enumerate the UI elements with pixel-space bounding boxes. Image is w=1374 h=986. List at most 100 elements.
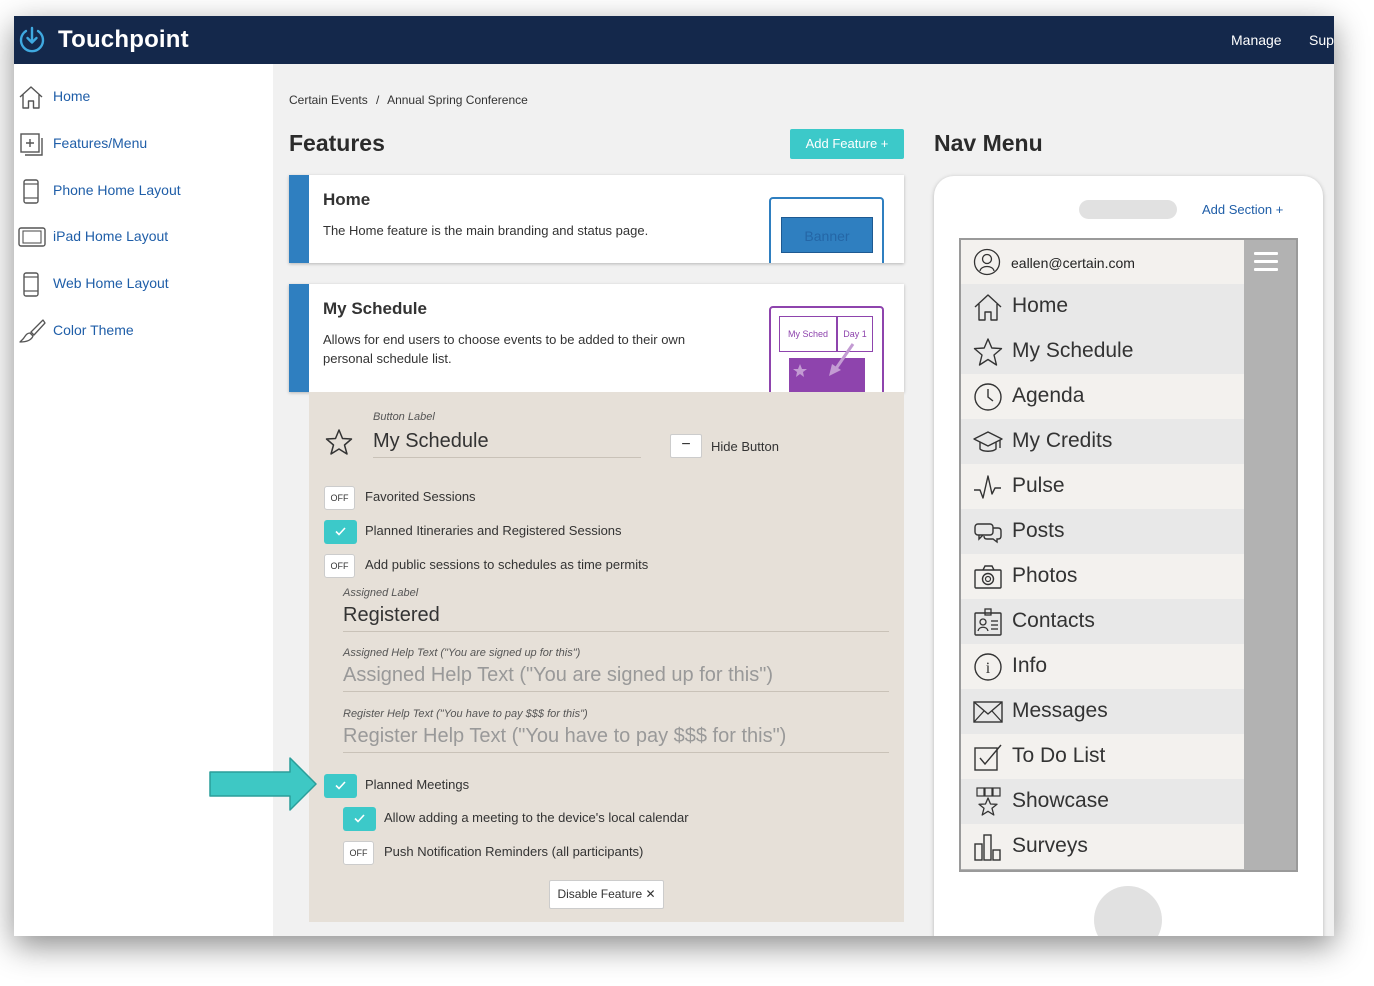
nav-item-label: Posts xyxy=(1012,519,1065,542)
nav-item-pulse[interactable]: Pulse xyxy=(961,464,1244,509)
hamburger-menu-icon[interactable] xyxy=(1254,252,1280,272)
assigned-help-caption: Assigned Help Text ("You are signed up f… xyxy=(343,647,581,659)
nav-item-to-do-list[interactable]: To Do List xyxy=(961,734,1244,779)
bar-chart-icon xyxy=(974,834,1001,861)
nav-item-label: Contacts xyxy=(1012,609,1095,632)
phone-home-button xyxy=(1094,886,1162,936)
nav-item-label: Pulse xyxy=(1012,474,1065,497)
nav-item-label: Home xyxy=(1012,294,1069,317)
preview-star-icon xyxy=(793,364,807,377)
feature-card-my-schedule[interactable]: My Schedule Allows for end users to choo… xyxy=(289,284,904,392)
sidebar-item-ipad-home-layout[interactable]: iPad Home Layout xyxy=(14,217,273,257)
toggle-push-reminders[interactable]: OFF xyxy=(343,841,374,865)
add-feature-button[interactable]: Add Feature + xyxy=(790,129,904,159)
card-description: Allows for end users to choose events to… xyxy=(323,332,686,366)
phone-screen: eallen@certain.com Home My Schedule Agen… xyxy=(959,238,1298,872)
toggle-planned-itineraries[interactable] xyxy=(324,520,357,544)
home-icon xyxy=(19,86,43,109)
hide-button-toggle[interactable]: − xyxy=(670,434,702,458)
home-icon xyxy=(974,294,1002,321)
nav-item-messages[interactable]: Messages xyxy=(961,689,1244,734)
nav-item-label: My Schedule xyxy=(1012,339,1134,362)
user-email: eallen@certain.com xyxy=(1011,255,1135,271)
camera-icon xyxy=(974,565,1002,589)
register-help-caption: Register Help Text ("You have to pay $$$… xyxy=(343,708,588,720)
toggle-favorited-sessions[interactable]: OFF xyxy=(324,486,355,510)
toggle-local-calendar[interactable] xyxy=(343,807,376,831)
star-icon xyxy=(973,338,1003,366)
nav-item-label: My Credits xyxy=(1012,429,1113,452)
assigned-help-input[interactable]: Assigned Help Text ("You are signed up f… xyxy=(343,664,889,692)
card-description: The Home feature is the main branding an… xyxy=(323,223,649,238)
assigned-label-caption: Assigned Label xyxy=(343,587,419,599)
touchpoint-logo-icon xyxy=(19,26,45,53)
showcase-star-icon xyxy=(976,787,1001,816)
register-help-input[interactable]: Register Help Text ("You have to pay $$$… xyxy=(343,725,889,753)
nav-item-agenda[interactable]: Agenda xyxy=(961,374,1244,419)
checkmark-icon xyxy=(335,781,346,790)
schedule-preview-thumbnail: My Sched Day 1 xyxy=(769,306,884,392)
sidebar-item-features-menu[interactable]: Features/Menu xyxy=(14,124,273,164)
user-icon xyxy=(973,248,1001,276)
option-label: Add public sessions to schedules as time… xyxy=(365,557,649,572)
nav-item-contacts[interactable]: Contacts xyxy=(961,599,1244,644)
envelope-icon xyxy=(973,701,1003,723)
nav-menu-heading: Nav Menu xyxy=(934,130,1043,156)
nav-menu-list: eallen@certain.com Home My Schedule Agen… xyxy=(961,240,1244,870)
button-label-input[interactable]: My Schedule xyxy=(373,430,641,458)
toggle-planned-meetings[interactable] xyxy=(324,774,357,798)
nav-item-showcase[interactable]: Showcase xyxy=(961,779,1244,824)
card-title: My Schedule xyxy=(323,299,427,318)
manage-link[interactable]: Manage xyxy=(1231,32,1282,48)
nav-item-home[interactable]: Home xyxy=(961,284,1244,329)
option-label: Planned Meetings xyxy=(365,777,470,792)
assigned-label-input[interactable]: Registered xyxy=(343,604,889,632)
nav-item-posts[interactable]: Posts xyxy=(961,509,1244,554)
app-name: Touchpoint xyxy=(58,26,189,53)
disable-feature-button[interactable]: Disable Feature ✕ xyxy=(549,880,664,909)
phone-preview: Add Section + eallen@certain.com Home My… xyxy=(934,176,1323,936)
main-content: Certain Events / Annual Spring Conferenc… xyxy=(273,64,1334,936)
nav-item-label: Info xyxy=(1012,654,1048,677)
toggle-add-public-sessions[interactable]: OFF xyxy=(324,554,355,578)
card-title: Home xyxy=(323,190,371,209)
user-account-row[interactable]: eallen@certain.com xyxy=(961,240,1244,284)
nav-item-label: Showcase xyxy=(1012,789,1109,812)
feature-card-home[interactable]: Home The Home feature is the main brandi… xyxy=(289,175,904,263)
breadcrumb-parent[interactable]: Certain Events xyxy=(289,93,368,107)
button-label-caption: Button Label xyxy=(373,411,435,423)
option-label: Allow adding a meeting to the device's l… xyxy=(384,810,689,825)
nav-item-my-schedule[interactable]: My Schedule xyxy=(961,329,1244,374)
preview-arrow-icon xyxy=(829,343,855,376)
info-icon: i xyxy=(974,653,1002,681)
home-preview-thumbnail: Banner xyxy=(769,197,884,263)
sidebar-item-label: Home xyxy=(53,88,91,104)
sidebar-item-home[interactable]: Home xyxy=(14,77,273,117)
tablet-icon xyxy=(18,227,46,247)
graduation-cap-icon xyxy=(973,431,1003,452)
nav-item-info[interactable]: i Info xyxy=(961,644,1244,689)
chat-bubbles-icon xyxy=(974,523,1002,544)
phone-icon xyxy=(23,272,39,297)
checkmark-icon xyxy=(335,527,346,536)
phone-speaker xyxy=(1079,200,1177,219)
callout-arrow-icon xyxy=(209,757,317,811)
add-section-button[interactable]: Add Section + xyxy=(1202,202,1283,217)
breadcrumb-separator: / xyxy=(376,93,380,107)
phone-icon xyxy=(23,179,39,204)
my-schedule-settings-panel: Button Label My Schedule − Hide Button O… xyxy=(309,392,904,922)
id-card-icon xyxy=(974,608,1002,636)
nav-item-my-credits[interactable]: My Credits xyxy=(961,419,1244,464)
checkbox-icon xyxy=(974,744,1002,771)
checkmark-icon xyxy=(354,814,365,823)
nav-item-surveys[interactable]: Surveys xyxy=(961,824,1244,869)
nav-item-label: Agenda xyxy=(1012,384,1085,407)
sidebar-item-color-theme[interactable]: Color Theme xyxy=(14,311,273,351)
support-link[interactable]: Sup xyxy=(1309,32,1334,48)
nav-item-photos[interactable]: Photos xyxy=(961,554,1244,599)
option-label: Push Notification Reminders (all partici… xyxy=(384,844,644,859)
hide-button-label: Hide Button xyxy=(711,439,779,454)
sidebar-item-web-home-layout[interactable]: Web Home Layout xyxy=(14,264,273,304)
sidebar-item-phone-home-layout[interactable]: Phone Home Layout xyxy=(14,171,273,211)
banner-preview: Banner xyxy=(781,217,873,253)
